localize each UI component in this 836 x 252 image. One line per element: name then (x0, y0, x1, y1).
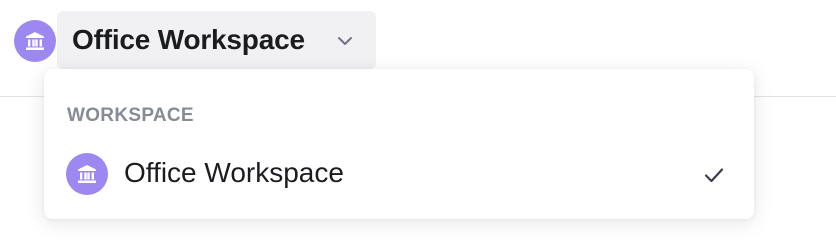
workspace-menu-item-label: Office Workspace (124, 157, 344, 188)
workspace-switcher-label: Office Workspace (72, 24, 305, 55)
bank-building-icon (26, 32, 44, 50)
workspace-avatar (14, 20, 56, 62)
workspace-switcher-view: Office Workspace WORKSPACE Office Worksp… (0, 0, 836, 252)
checkmark-icon (704, 168, 724, 183)
menu-section-title: WORKSPACE (67, 105, 194, 126)
chevron-down-icon (338, 37, 352, 45)
bank-building-icon (78, 165, 96, 183)
workspace-menu-item[interactable]: Office Workspace (44, 145, 754, 203)
workspace-avatar (66, 153, 108, 195)
workspace-dropdown-menu: WORKSPACE Office Workspace (44, 69, 754, 219)
workspace-switcher-button[interactable]: Office Workspace (57, 11, 376, 69)
